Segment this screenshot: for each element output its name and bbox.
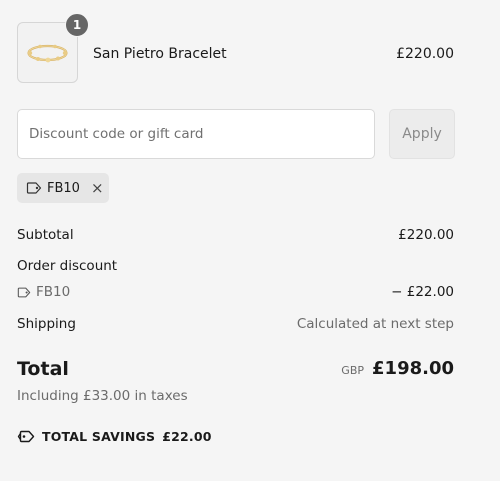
subtotal-value: £220.00 <box>398 227 454 243</box>
total-label: Total <box>17 358 69 380</box>
order-discount-label: Order discount <box>17 258 118 274</box>
savings-value: £22.00 <box>162 429 212 444</box>
currency-code: GBP <box>341 364 365 377</box>
applied-code-label: FB10 <box>47 180 80 196</box>
tags-icon <box>17 429 35 444</box>
applied-discount-chip: FB10 × <box>17 173 109 203</box>
taxes-note: Including £33.00 in taxes <box>17 388 188 404</box>
subtotal-label: Subtotal <box>17 227 74 243</box>
apply-button[interactable]: Apply <box>389 109 455 159</box>
tag-icon <box>17 286 31 299</box>
discount-code-row: FB10 <box>17 284 70 300</box>
discount-code-input[interactable] <box>17 109 375 159</box>
discount-code-label: FB10 <box>36 284 71 300</box>
product-price: £220.00 <box>396 46 454 62</box>
total-savings: TOTAL SAVINGS £22.00 <box>17 429 212 444</box>
shipping-label: Shipping <box>17 316 76 332</box>
savings-label: TOTAL SAVINGS <box>42 429 156 444</box>
product-name: San Pietro Bracelet <box>93 46 227 62</box>
quantity-badge: 1 <box>65 13 89 37</box>
tag-icon <box>26 181 42 195</box>
total-amount: GBP £198.00 <box>341 358 454 379</box>
remove-discount-icon[interactable]: × <box>91 180 104 196</box>
discount-value: − £22.00 <box>391 284 454 300</box>
total-value: £198.00 <box>372 358 454 379</box>
shipping-value: Calculated at next step <box>296 316 454 332</box>
